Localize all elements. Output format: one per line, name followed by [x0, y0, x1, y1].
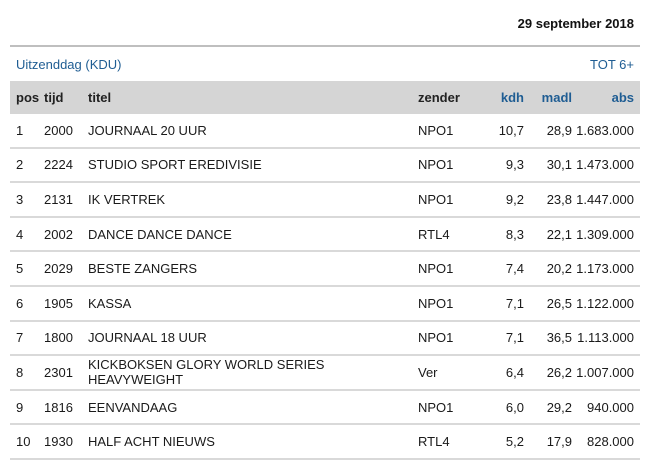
cell-channel: NPO1 — [418, 285, 466, 322]
cell-abs: 1.309.000 — [572, 216, 640, 253]
cell-time: 2131 — [44, 182, 88, 218]
column-header-titel: titel — [88, 90, 112, 105]
cell-title: JOURNAAL 20 UUR — [88, 114, 418, 149]
cell-abs: 1.113.000 — [572, 320, 640, 357]
cell-channel: NPO1 — [418, 147, 466, 184]
ratings-page: 29 september 2018 Uitzenddag (KDU) TOT 6… — [0, 0, 650, 460]
cell-madl: 23,8 — [524, 182, 572, 218]
cell-title: KASSA — [88, 285, 418, 322]
cell-pos: 8 — [10, 355, 44, 391]
cell-kdh: 7,1 — [466, 320, 524, 357]
target-group-label: TOT 6+ — [590, 56, 634, 72]
cell-kdh: 9,2 — [466, 182, 524, 218]
column-header-pos: pos — [16, 90, 40, 105]
cell-madl: 29,2 — [524, 389, 572, 426]
cell-pos: 6 — [10, 285, 44, 322]
cell-pos: 10 — [10, 424, 44, 460]
cell-pos: 7 — [10, 320, 44, 357]
cell-kdh: 8,3 — [466, 216, 524, 253]
cell-kdh: 7,1 — [466, 285, 524, 322]
cell-kdh: 10,7 — [466, 114, 524, 149]
cell-title: IK VERTREK — [88, 182, 418, 218]
cell-title: DANCE DANCE DANCE — [88, 216, 418, 253]
table-header-row: pos tijd titel zender kdh madl abs — [10, 81, 640, 114]
table-row: 3 2131 IK VERTREK NPO1 9,2 23,8 1.447.000 — [10, 182, 640, 218]
cell-madl: 36,5 — [524, 320, 572, 357]
cell-title: KICKBOKSEN GLORY WORLD SERIES HEAVYWEIGH… — [88, 355, 418, 391]
cell-pos: 2 — [10, 147, 44, 184]
cell-abs: 1.447.000 — [572, 182, 640, 218]
table-row: 9 1816 EENVANDAAG NPO1 6,0 29,2 940.000 — [10, 389, 640, 426]
cell-channel: RTL4 — [418, 216, 466, 253]
ratings-table: pos tijd titel zender kdh madl abs 1 2000… — [10, 81, 640, 460]
cell-kdh: 5,2 — [466, 424, 524, 460]
day-type-label: Uitzenddag (KDU) — [16, 56, 122, 72]
table-row: 8 2301 KICKBOKSEN GLORY WORLD SERIES HEAVY… — [10, 355, 640, 391]
cell-title: HALF ACHT NIEUWS — [88, 424, 418, 460]
cell-time: 2301 — [44, 355, 88, 391]
column-header-zender: zender — [418, 90, 460, 105]
cell-abs: 1.007.000 — [572, 355, 640, 391]
cell-abs: 1.173.000 — [572, 251, 640, 287]
ratings-subheader: Uitzenddag (KDU) TOT 6+ — [10, 47, 640, 81]
cell-madl: 28,9 — [524, 114, 572, 149]
cell-abs: 828.000 — [572, 424, 640, 460]
column-header-kdh[interactable]: kdh — [466, 81, 524, 114]
cell-madl: 30,1 — [524, 147, 572, 184]
cell-channel: RTL4 — [418, 424, 466, 460]
cell-time: 2000 — [44, 114, 88, 149]
cell-abs: 940.000 — [572, 389, 640, 426]
cell-time: 2224 — [44, 147, 88, 184]
cell-pos: 3 — [10, 182, 44, 218]
cell-madl: 17,9 — [524, 424, 572, 460]
cell-pos: 4 — [10, 216, 44, 253]
cell-time: 1800 — [44, 320, 88, 357]
cell-time: 2029 — [44, 251, 88, 287]
cell-kdh: 7,4 — [466, 251, 524, 287]
cell-madl: 22,1 — [524, 216, 572, 253]
cell-pos: 1 — [10, 114, 44, 149]
cell-madl: 26,2 — [524, 355, 572, 391]
cell-pos: 5 — [10, 251, 44, 287]
cell-channel: NPO1 — [418, 320, 466, 357]
table-row: 6 1905 KASSA NPO1 7,1 26,5 1.122.000 — [10, 285, 640, 322]
cell-channel: NPO1 — [418, 114, 466, 149]
cell-kdh: 6,4 — [466, 355, 524, 391]
broadcast-date: 29 september 2018 — [517, 16, 634, 31]
cell-abs: 1.473.000 — [572, 147, 640, 184]
table-row: 10 1930 HALF ACHT NIEUWS RTL4 5,2 17,9 828.000 — [10, 424, 640, 460]
cell-channel: NPO1 — [418, 182, 466, 218]
table-row: 2 2224 STUDIO SPORT EREDIVISIE NPO1 9,3 30,1 1… — [10, 147, 640, 184]
cell-title: BESTE ZANGERS — [88, 251, 418, 287]
cell-time: 1816 — [44, 389, 88, 426]
table-row: 7 1800 JOURNAAL 18 UUR NPO1 7,1 36,5 1.113.000 — [10, 320, 640, 357]
table-row: 1 2000 JOURNAAL 20 UUR NPO1 10,7 28,9 1.683.00… — [10, 114, 640, 149]
ratings-panel: Uitzenddag (KDU) TOT 6+ pos tijd titel z… — [10, 45, 640, 460]
cell-channel: NPO1 — [418, 251, 466, 287]
cell-title: EENVANDAAG — [88, 389, 418, 426]
cell-madl: 26,5 — [524, 285, 572, 322]
table-row: 5 2029 BESTE ZANGERS NPO1 7,4 20,2 1.173.000 — [10, 251, 640, 287]
column-header-tijd: tijd — [44, 90, 64, 105]
cell-kdh: 9,3 — [466, 147, 524, 184]
table-row: 4 2002 DANCE DANCE DANCE RTL4 8,3 22,1 1.309.0… — [10, 216, 640, 253]
cell-pos: 9 — [10, 389, 44, 426]
cell-madl: 20,2 — [524, 251, 572, 287]
table-body: 1 2000 JOURNAAL 20 UUR NPO1 10,7 28,9 1.683.00… — [10, 114, 640, 460]
cell-abs: 1.122.000 — [572, 285, 640, 322]
cell-kdh: 6,0 — [466, 389, 524, 426]
column-header-madl[interactable]: madl — [524, 81, 572, 114]
cell-abs: 1.683.000 — [572, 114, 640, 149]
cell-title: STUDIO SPORT EREDIVISIE — [88, 147, 418, 184]
column-header-abs[interactable]: abs — [572, 81, 640, 114]
cell-channel: NPO1 — [418, 389, 466, 426]
cell-time: 1930 — [44, 424, 88, 460]
cell-title: JOURNAAL 18 UUR — [88, 320, 418, 357]
cell-time: 1905 — [44, 285, 88, 322]
cell-time: 2002 — [44, 216, 88, 253]
cell-channel: Ver — [418, 355, 466, 391]
